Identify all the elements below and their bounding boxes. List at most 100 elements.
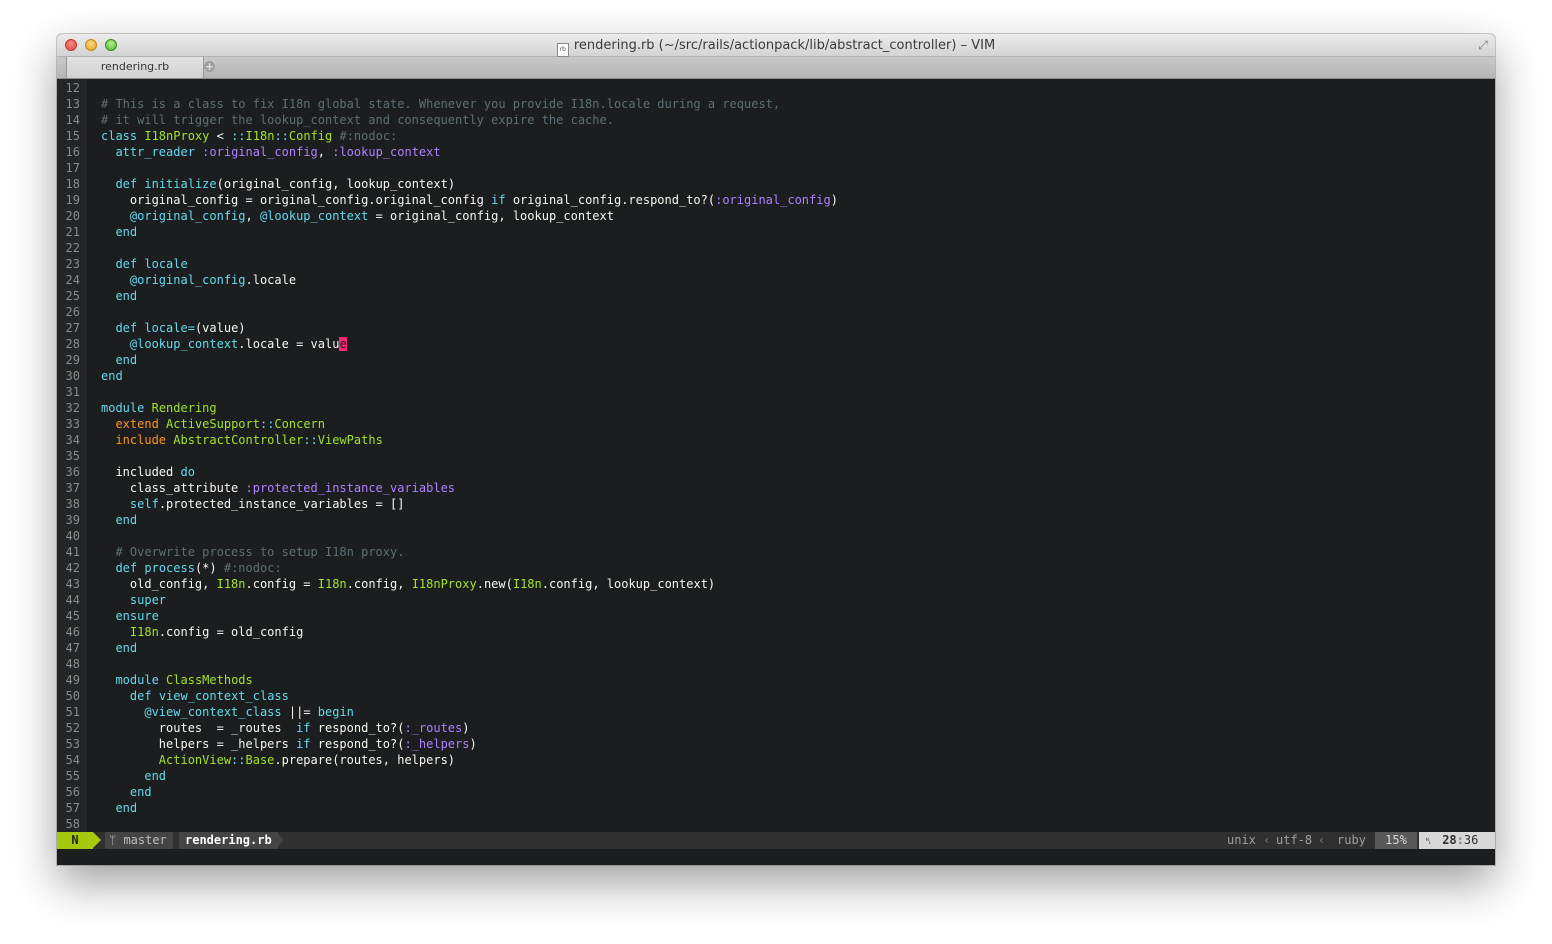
code-token: I18n (216, 577, 246, 591)
line-number: 34 (65, 433, 80, 447)
line-number: 45 (65, 609, 80, 623)
cursor-position: ␤ 28:36 (1419, 832, 1495, 849)
code-token: :: (259, 417, 275, 431)
command-line[interactable] (57, 849, 1495, 865)
line-number: 18 (65, 177, 80, 191)
code-token: AbstractController (173, 433, 304, 447)
code-token: Config (288, 129, 333, 143)
line-content: def initialize(original_config, lookup_c… (101, 176, 455, 192)
line-number: 39 (65, 513, 80, 527)
tab-rendering-rb[interactable]: rendering.rb (66, 57, 204, 78)
code-token: (value) (194, 321, 246, 335)
line-number: 46 (65, 625, 80, 639)
code-token: (original_config, lookup_context) (216, 177, 456, 191)
line-number: 32 (65, 401, 80, 415)
status-line: N ᛘ master rendering.rb unix ‹ utf-8 ‹ r… (57, 832, 1495, 849)
line-content: I18n.config = old_config (101, 624, 303, 640)
code-token: locale= (144, 321, 195, 335)
code-token: < (209, 129, 232, 143)
code-token: routes = _routes (101, 721, 297, 735)
code-token: Base (245, 753, 275, 767)
line-content: old_config, I18n.config = I18n.config, I… (101, 576, 715, 592)
line-number: 37 (65, 481, 80, 495)
code-token: respond_to?( (310, 737, 405, 751)
line-number: 16 (65, 145, 80, 159)
line-content: def view_context_class (101, 688, 289, 704)
line-content: def locale (101, 256, 187, 272)
vim-window: rb rendering.rb (~/src/rails/actionpack/l… (57, 34, 1495, 865)
line-content: routes = _routes if respond_to?(:_routes… (101, 720, 470, 736)
line-content: class_attribute :protected_instance_vari… (101, 480, 455, 496)
code-token: :: (231, 753, 246, 767)
code-token: end (115, 641, 138, 655)
line-number: 54 (65, 753, 80, 767)
cursor-line: 28 (1442, 833, 1457, 847)
line-number: 24 (65, 273, 80, 287)
line-number: 30 (65, 369, 80, 383)
code-editor[interactable]: 12 13 # This is a class to fix I18n global… (57, 79, 1495, 832)
code-token: original_config.respond_to?( (505, 193, 716, 207)
line-content: module Rendering (101, 400, 217, 416)
code-token: module (101, 401, 145, 415)
code-token: :_routes (404, 721, 463, 735)
line-number: 40 (65, 529, 80, 543)
code-token: I18n (129, 625, 159, 639)
code-token: .locale (245, 273, 297, 287)
line-content: @lookup_context.locale = value (101, 336, 347, 352)
line-number: 23 (65, 257, 80, 271)
line-number: 38 (65, 497, 80, 511)
line-number: 19 (65, 193, 80, 207)
code-token: original_config = original_config.origin… (101, 193, 492, 207)
line-number: 58 (65, 817, 80, 831)
code-token: class (101, 129, 138, 143)
line-content: attr_reader :original_config, :lookup_co… (101, 144, 441, 160)
git-branch: ᛘ master (105, 832, 173, 849)
code-token: def (115, 561, 138, 575)
code-token: ) (830, 193, 838, 207)
line-content: include AbstractController::ViewPaths (101, 432, 382, 448)
line-number: 53 (65, 737, 80, 751)
code-token: @original_config (129, 273, 246, 287)
line-number: 27 (65, 321, 80, 335)
code-token: attr_reader (115, 145, 195, 159)
line-content: end (101, 368, 123, 384)
line-content: @original_config.locale (101, 272, 296, 288)
line-content: included do (101, 464, 195, 480)
line-number: 44 (65, 593, 80, 607)
code-token: .protected_instance_variables = [] (158, 497, 405, 511)
line-content: end (101, 784, 152, 800)
separator-left-1: ‹ (1263, 833, 1271, 847)
code-token: end (115, 801, 138, 815)
line-number: 36 (65, 465, 80, 479)
branch-name: master (123, 833, 167, 847)
new-tab-button[interactable]: + (204, 61, 215, 72)
code-token: #:nodoc: (339, 129, 398, 143)
fullscreen-icon[interactable]: ⤢ (1476, 38, 1490, 52)
line-content: end (101, 224, 137, 240)
code-token: Rendering (151, 401, 217, 415)
line-content: end (101, 288, 137, 304)
code-token: Concern (274, 417, 325, 431)
code-token: def (115, 177, 138, 191)
line-number: 35 (65, 449, 80, 463)
line-content: def locale=(value) (101, 320, 246, 336)
code-token: :: (303, 433, 318, 447)
code-token: .config, (346, 577, 412, 591)
code-token: if (491, 193, 506, 207)
code-token: end (129, 785, 152, 799)
code-token: :lookup_context (332, 145, 441, 159)
code-token: .new( (476, 577, 513, 591)
